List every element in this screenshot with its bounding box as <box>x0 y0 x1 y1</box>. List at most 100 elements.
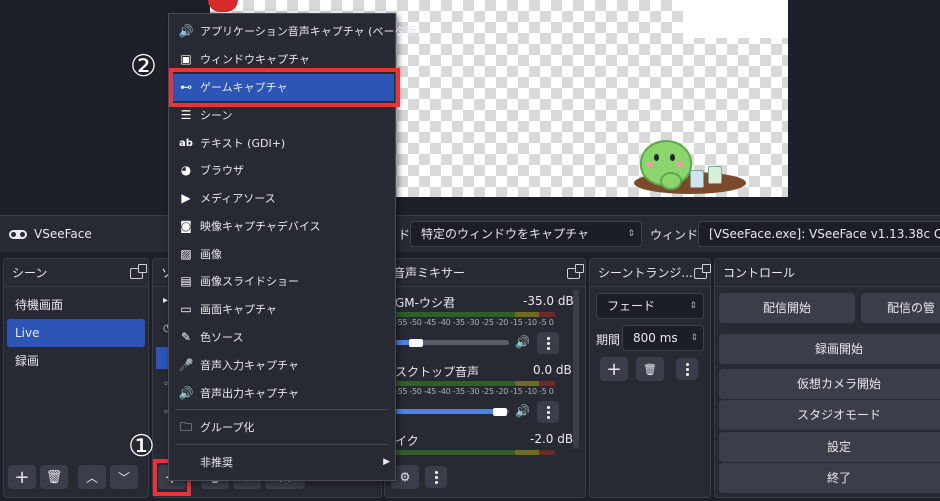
capture-mode-select[interactable]: 特定のウィンドウをキャプチャ ⇕ <box>410 221 642 247</box>
source-selected-marker <box>156 347 168 369</box>
studio-mode-button[interactable]: スタジオモード <box>719 400 940 430</box>
preview-white-region <box>683 0 788 38</box>
mixer-menu-button[interactable] <box>425 466 447 488</box>
mixer-channel-db: 0.0 dB <box>533 363 572 377</box>
menu-item-color-source[interactable]: ✎ 色ソース <box>170 324 394 351</box>
mixer-scrollbar[interactable] <box>573 289 579 449</box>
menu-item-app-audio-capture[interactable]: 🔊 アプリケーション音声キャプチャ (ベータ版) <box>170 18 421 45</box>
annotation-step-1: ① <box>128 429 155 464</box>
play-icon: ▶ <box>181 191 191 205</box>
meter-scale: -55 -50 -45 -40 -35 -30 -25 -20 -15 -10 … <box>395 387 554 396</box>
duration-input[interactable]: 800 ms ⇕ <box>622 325 704 351</box>
annotation-box-game-capture <box>169 68 400 107</box>
remove-scene-button[interactable]: 🗑 <box>40 465 68 489</box>
level-meter-green <box>395 381 515 386</box>
mascot-cheek <box>646 162 654 167</box>
level-meter-yellow <box>515 381 539 386</box>
transition-type-select[interactable]: フェード ⇕ <box>596 293 704 319</box>
folder-icon: 🗀 <box>179 420 192 434</box>
menu-separator <box>175 409 389 410</box>
window-select[interactable]: [VSeeFace.exe]: VSeeFace v1.13.38c Q3 12… <box>698 221 940 247</box>
meter-scale: -55 -50 -45 -40 -35 -30 -25 -20 -15 -10 … <box>395 318 554 327</box>
add-scene-button[interactable]: + <box>8 465 36 489</box>
start-stream-button[interactable]: 配信開始 <box>719 293 855 323</box>
start-recording-button[interactable]: 録画開始 <box>719 334 940 364</box>
undock-icon[interactable] <box>694 264 711 279</box>
controls-dock: コントロール 配信開始 配信の管 録画開始 仮想カメラ開始 スタジオモード 設定… <box>714 258 940 498</box>
audio-mixer-dock: 音声ミキサー GM-ウシ君 -35.0 dB -55 -50 -45 -40 -… <box>384 258 586 498</box>
mascot-cheek <box>676 162 684 167</box>
mascot-cup <box>708 166 722 184</box>
add-transition-button[interactable]: + <box>600 357 628 381</box>
menu-item-browser[interactable]: ◕ ブラウザ <box>170 157 394 184</box>
virtual-camera-button[interactable]: 仮想カメラ開始 <box>719 369 940 399</box>
transition-menu-button[interactable] <box>676 358 698 380</box>
menu-item-image-slideshow[interactable]: ▤ 画像スライドショー <box>170 268 394 295</box>
speaker-icon[interactable]: 🔊 <box>515 404 530 418</box>
menu-item-audio-input-capture[interactable]: 🎤 音声入力キャプチャ <box>170 352 394 379</box>
menu-item-image[interactable]: ▨ 画像 <box>170 241 394 268</box>
exit-button[interactable]: 終了 <box>719 463 940 493</box>
remove-transition-button[interactable]: 🗑 <box>636 357 664 381</box>
menu-item-video-capture-device[interactable]: ◙ 映像キャプチャデバイス <box>170 213 394 240</box>
menu-item-audio-output-capture[interactable]: 🔊 音声出力キャプチャ <box>170 380 394 407</box>
mixer-channel-db: -35.0 dB <box>523 294 574 308</box>
updown-arrows-icon: ⇕ <box>690 333 698 343</box>
level-meter-red <box>539 312 555 317</box>
menu-item-label: シーン <box>200 109 233 122</box>
stream-manage-button[interactable]: 配信の管 <box>861 293 940 323</box>
scene-item-selected[interactable]: Live <box>7 319 145 347</box>
vr-headset-icon <box>9 230 27 239</box>
channel-menu-button[interactable] <box>537 401 559 423</box>
source-properties-bar: VSeeFace ド 特定のウィンドウをキャプチャ ⇕ ウィンドウ [VSeeF… <box>0 215 940 252</box>
gear-icon: ⚙ <box>399 470 411 484</box>
source-name: VSeeFace <box>34 227 92 241</box>
capture-mode-value: 特定のウィンドウをキャプチャ <box>421 227 589 241</box>
submenu-arrow-icon: ▶ <box>383 457 390 467</box>
menu-item-group[interactable]: 🗀 グループ化 <box>170 414 394 441</box>
menu-item-label: 非推奨 <box>200 456 233 469</box>
controls-title: コントロール <box>715 259 940 287</box>
menu-item-text[interactable]: ab テキスト (GDI+) <box>170 130 394 157</box>
menu-item-label: 画像スライドショー <box>200 275 299 288</box>
scene-item[interactable]: 録画 <box>7 347 145 375</box>
menu-item-label: ウィンドウキャプチャ <box>200 53 310 66</box>
plus-icon: + <box>606 358 622 380</box>
move-up-button[interactable]: ︿ <box>78 465 106 489</box>
mascot-small <box>660 172 682 190</box>
chevron-down-icon: ﹀ <box>117 470 130 485</box>
mascot-eye <box>670 154 675 161</box>
undock-icon[interactable] <box>130 264 147 279</box>
level-meter-yellow <box>515 312 539 317</box>
level-meter-red <box>539 381 555 386</box>
move-down-button[interactable]: ﹀ <box>110 465 138 489</box>
level-meter-green <box>395 450 515 455</box>
volume-slider-knob[interactable] <box>409 339 423 347</box>
transitions-title: シーントランジ... <box>590 259 710 287</box>
channel-menu-button[interactable] <box>537 332 559 354</box>
mixer-channel-name: スクトップ音声 <box>395 365 480 379</box>
menu-item-label: 音声出力キャプチャ <box>200 387 299 400</box>
speaker-icon: 🔊 <box>178 386 194 400</box>
volume-slider-fill <box>395 409 501 414</box>
volume-slider-knob[interactable] <box>493 408 507 416</box>
level-meter-yellow <box>515 450 539 455</box>
brush-icon: ✎ <box>180 330 192 344</box>
menu-item-label: アプリケーション音声キャプチャ (ベータ版) <box>200 25 421 38</box>
updown-arrows-icon: ⇕ <box>627 229 635 239</box>
menu-item-label: 映像キャプチャデバイス <box>200 220 321 233</box>
window-value: [VSeeFace.exe]: VSeeFace v1.13.38c Q3 12… <box>709 227 940 241</box>
mixer-channel-name: イク <box>395 434 419 448</box>
menu-item-media-source[interactable]: ▶ メディアソース <box>170 185 394 212</box>
scenes-title: シーン <box>4 259 148 287</box>
menu-item-deprecated[interactable]: 非推奨 ▶ <box>170 449 394 476</box>
undock-icon[interactable] <box>567 264 584 279</box>
speaker-icon[interactable]: 🔊 <box>515 335 530 349</box>
scene-item[interactable]: 待機画面 <box>7 291 145 319</box>
mascot-eye <box>654 154 659 161</box>
duration-value: 800 ms <box>633 331 678 345</box>
updown-arrows-icon: ⇕ <box>689 301 697 311</box>
settings-button[interactable]: 設定 <box>719 432 940 462</box>
monitor-icon: ▭ <box>180 302 192 316</box>
menu-item-display-capture[interactable]: ▭ 画面キャプチャ <box>170 296 394 323</box>
